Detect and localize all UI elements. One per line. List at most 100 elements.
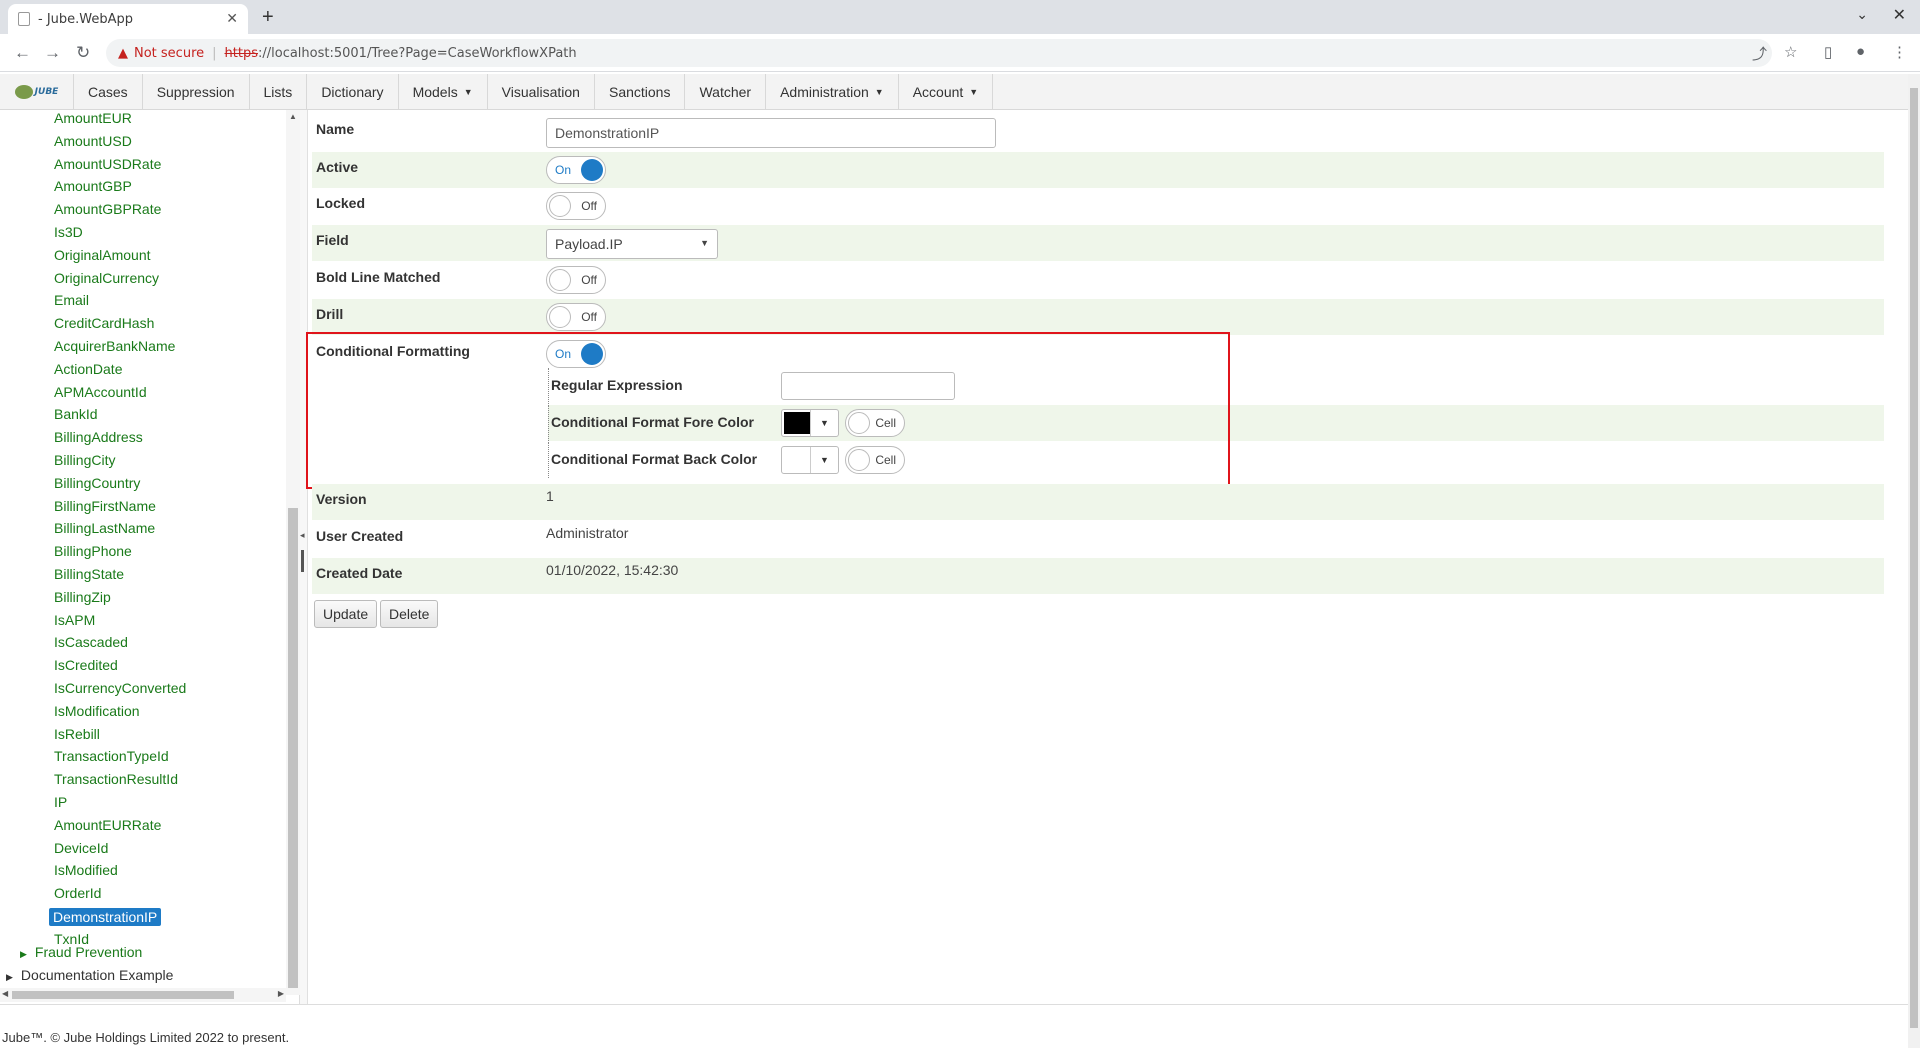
tree-item[interactable]: BillingState <box>54 566 124 582</box>
scroll-right-icon[interactable]: ▶ <box>278 989 284 998</box>
tree-item[interactable]: BillingCountry <box>54 475 140 491</box>
caret-down-icon[interactable]: ▼ <box>810 447 838 473</box>
conditional-formatting-toggle[interactable]: On <box>546 340 606 368</box>
tree-item[interactable]: IsCascaded <box>54 634 128 650</box>
tree-item[interactable]: IsModification <box>54 703 140 719</box>
profile-icon[interactable]: ● <box>1856 43 1865 60</box>
nav-suppression[interactable]: Suppression <box>143 74 250 110</box>
tree-item[interactable]: AmountUSDRate <box>54 156 161 172</box>
tree-vertical-scrollbar[interactable]: ▲ <box>286 110 300 995</box>
active-toggle[interactable]: On <box>546 156 606 184</box>
tree-horizontal-scrollbar[interactable]: ◀ ▶ <box>0 988 286 1002</box>
tree-item[interactable]: BankId <box>54 406 98 422</box>
update-button[interactable]: Update <box>314 600 378 628</box>
scroll-thumb[interactable] <box>288 508 298 988</box>
tree-item[interactable]: AmountGBPRate <box>54 201 161 217</box>
splitter-grip[interactable] <box>301 550 304 572</box>
collapse-icon[interactable]: ◂ <box>300 530 305 541</box>
tree-item[interactable]: BillingFirstName <box>54 498 156 514</box>
tree-item[interactable]: BillingPhone <box>54 543 132 559</box>
toggle-knob <box>581 159 603 181</box>
toggle-text: Off <box>581 310 597 324</box>
tree-item[interactable]: IsAPM <box>54 612 95 628</box>
tree-item[interactable]: AmountUSD <box>54 133 132 149</box>
bold-line-matched-toggle[interactable]: Off <box>546 266 606 294</box>
tree-item[interactable]: DeviceId <box>54 840 108 856</box>
scroll-thumb[interactable] <box>12 991 234 999</box>
tree-item[interactable]: TransactionResultId <box>54 771 178 787</box>
field-select[interactable]: Payload.IP ▼ <box>546 229 718 259</box>
tree-item[interactable]: BillingZip <box>54 589 111 605</box>
toggle-text: Off <box>581 273 597 287</box>
tree-item[interactable]: ActionDate <box>54 361 122 377</box>
nav-administration[interactable]: Administration ▼ <box>766 74 899 110</box>
tree-item[interactable]: OriginalCurrency <box>54 270 159 286</box>
scroll-up-icon[interactable]: ▲ <box>289 112 297 121</box>
url-field[interactable]: ▲ Not secure | https ://localhost:5001/T… <box>106 39 1772 67</box>
tree-item[interactable]: Is3D <box>54 224 83 240</box>
tree-item[interactable]: AmountEUR <box>54 110 132 126</box>
tree-node-fraud-prevention[interactable]: ▶ Fraud Prevention <box>20 944 142 960</box>
row-field: Field Payload.IP ▼ <box>312 225 1884 261</box>
page-vertical-scrollbar[interactable] <box>1908 74 1920 1048</box>
name-input[interactable]: DemonstrationIP <box>546 118 996 148</box>
tree-item[interactable]: OriginalAmount <box>54 247 151 263</box>
tree-node-documentation-example[interactable]: ▶ Documentation Example <box>6 967 173 983</box>
nav-sanctions[interactable]: Sanctions <box>595 74 686 110</box>
drill-toggle[interactable]: Off <box>546 303 606 331</box>
caret-down-icon[interactable]: ▼ <box>810 410 838 436</box>
share-icon[interactable]: ⤴ <box>1752 43 1767 64</box>
locked-toggle[interactable]: Off <box>546 192 606 220</box>
tree-item[interactable]: TransactionTypeId <box>54 748 169 764</box>
back-icon[interactable]: ← <box>14 43 31 63</box>
browser-tab[interactable]: - Jube.WebApp ✕ <box>8 4 248 34</box>
chevron-down-icon[interactable]: ⌄ <box>1856 6 1868 23</box>
nav-dictionary[interactable]: Dictionary <box>307 74 399 110</box>
tree-item[interactable]: BillingAddress <box>54 429 143 445</box>
fore-color-cell-toggle[interactable]: Cell <box>845 409 905 437</box>
scroll-left-icon[interactable]: ◀ <box>2 989 8 998</box>
nav-lists[interactable]: Lists <box>250 74 308 110</box>
forward-icon[interactable]: → <box>44 43 61 63</box>
nav-cases[interactable]: Cases <box>74 74 143 110</box>
nav-account[interactable]: Account ▼ <box>899 74 994 110</box>
tree-item[interactable]: OrderId <box>54 885 101 901</box>
close-tab-icon[interactable]: ✕ <box>226 11 238 27</box>
tree-item[interactable]: DemonstrationIP <box>49 908 162 926</box>
tree-item[interactable]: BillingCity <box>54 452 115 468</box>
tree-item[interactable]: CreditCardHash <box>54 315 154 331</box>
star-icon[interactable]: ☆ <box>1784 43 1797 61</box>
tree-item[interactable]: BillingLastName <box>54 520 155 536</box>
nav-watcher[interactable]: Watcher <box>685 74 767 110</box>
nav-label: Models <box>412 84 458 100</box>
expand-icon[interactable]: ▶ <box>6 972 13 982</box>
tree-item[interactable]: IsModified <box>54 862 118 878</box>
toggle-text: Cell <box>875 453 896 467</box>
nav-visualisation[interactable]: Visualisation <box>488 74 595 110</box>
back-color-picker[interactable]: ▼ <box>781 446 839 474</box>
delete-button[interactable]: Delete <box>380 600 439 628</box>
nav-models[interactable]: Models ▼ <box>399 74 488 110</box>
back-color-cell-toggle[interactable]: Cell <box>845 446 905 474</box>
tree-item[interactable]: AmountGBP <box>54 178 132 194</box>
tree-item[interactable]: APMAccountId <box>54 384 147 400</box>
side-panel-icon[interactable]: ▯ <box>1824 43 1832 61</box>
scroll-thumb[interactable] <box>1910 88 1918 1028</box>
reload-icon[interactable]: ↻ <box>76 43 90 63</box>
panel-splitter[interactable]: ◂ <box>300 110 308 1004</box>
menu-icon[interactable]: ⋮ <box>1892 43 1907 61</box>
window-close-icon[interactable]: ✕ <box>1893 5 1906 25</box>
jube-logo[interactable]: JUBE <box>0 74 74 110</box>
expand-icon[interactable]: ▶ <box>20 949 27 959</box>
tree-item[interactable]: IsCurrencyConverted <box>54 680 186 696</box>
new-tab-icon[interactable]: + <box>262 6 274 29</box>
tree-item[interactable]: IP <box>54 794 67 810</box>
tree-item[interactable]: AmountEURRate <box>54 817 161 833</box>
row-user-created: User Created Administrator <box>312 521 1884 557</box>
tree-item[interactable]: AcquirerBankName <box>54 338 175 354</box>
tree-item[interactable]: IsCredited <box>54 657 118 673</box>
regular-expression-input[interactable] <box>781 372 955 400</box>
tree-item[interactable]: IsRebill <box>54 726 100 742</box>
fore-color-picker[interactable]: ▼ <box>781 409 839 437</box>
tree-item[interactable]: Email <box>54 292 89 308</box>
